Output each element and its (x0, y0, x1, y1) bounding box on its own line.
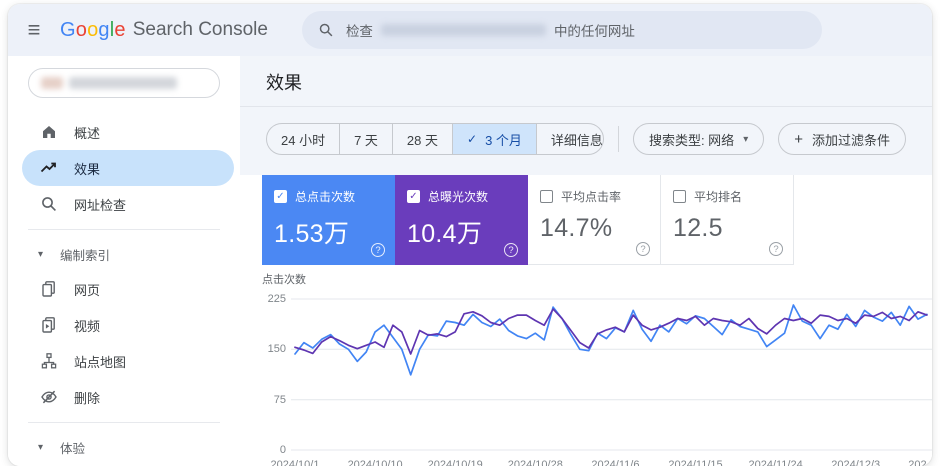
sidebar-item-label: 视频 (74, 318, 101, 334)
checkbox[interactable]: ✓ (673, 190, 686, 203)
performance-chart-svg[interactable] (262, 291, 932, 456)
google-logo: Google (60, 18, 126, 41)
sidebar-item-removals[interactable]: 删除 (8, 379, 240, 415)
search-icon (40, 195, 58, 213)
checkbox[interactable]: ✓ (540, 190, 553, 203)
sidebar-item-label: 概述 (74, 125, 101, 141)
app-window: ≡ Google Search Console 检查 中的任何网址 概述 效果 … (8, 4, 932, 466)
sidebar-item-videos[interactable]: 视频 (8, 307, 240, 343)
sidebar-item-label: 效果 (74, 161, 101, 177)
x-tick-labels: 2024/10/1 2024/10/10 2024/10/19 2024/10/28 2… (270, 459, 932, 466)
url-inspect-search-input[interactable]: 检查 中的任何网址 (301, 11, 822, 49)
search-placeholder: 检查 中的任何网址 (345, 24, 635, 39)
trending-up-icon (40, 159, 58, 177)
hamburger-menu-button[interactable]: ≡ (8, 19, 60, 41)
help-icon[interactable]: ? (769, 242, 783, 256)
card-value: 1.53万 (274, 220, 350, 248)
video-icon (40, 316, 58, 334)
property-favicon-redacted (41, 77, 63, 89)
search-icon (319, 23, 333, 37)
sidebar-item-performance[interactable]: 效果 (22, 150, 234, 186)
property-selector[interactable] (28, 68, 220, 98)
eye-off-icon (40, 388, 58, 406)
checkbox[interactable]: ✓ (274, 190, 287, 203)
card-total-clicks[interactable]: ✓ 总点击次数 1.53万 ? (262, 175, 395, 265)
card-label: 总点击次数 (295, 190, 356, 204)
sidebar-divider (28, 229, 220, 230)
filter-separator (618, 126, 619, 152)
main-content: 效果 24 小时 7 天 28 天 ✓ 3 个月 详细信息 ▾ (240, 56, 932, 466)
caret-down-icon: ▾ (38, 248, 44, 260)
sidebar-item-label: 删除 (74, 390, 101, 406)
sidebar-item-label: 网址检查 (74, 197, 127, 213)
section-label: 编制索引 (60, 248, 111, 263)
card-value: 14.7% (540, 214, 613, 242)
product-name: Search Console (132, 19, 268, 40)
sidebar-section-indexing[interactable]: ▾ 编制索引 (8, 237, 240, 271)
sidebar: 概述 效果 网址检查 ▾ 编制索引 网页 视频 站点地图 删除 ▾ 体验 (8, 56, 240, 466)
help-icon[interactable]: ? (371, 243, 385, 257)
plus-icon: + (794, 130, 803, 148)
sidebar-item-label: 站点地图 (74, 354, 127, 370)
check-icon: ✓ (467, 132, 478, 146)
page-title: 效果 (266, 73, 302, 93)
date-range-details-dropdown[interactable]: 详细信息 ▾ (535, 124, 603, 154)
card-label: 平均点击率 (561, 190, 622, 204)
section-label: 体验 (60, 441, 86, 456)
card-total-impressions[interactable]: ✓ 总曝光次数 10.4万 ? (395, 175, 528, 265)
sidebar-item-label: 网页 (74, 282, 101, 298)
top-bar: ≡ Google Search Console 检查 中的任何网址 (8, 4, 932, 56)
date-range-3mo[interactable]: ✓ 3 个月 (452, 124, 536, 154)
app-logo: Google Search Console (60, 19, 268, 42)
performance-panel: ✓ 总点击次数 1.53万 ? ✓ 总曝光次数 10.4万 ? 平均点击率 14… (240, 175, 932, 466)
card-average-position[interactable]: ✓ 平均排名 12.5 ? (661, 175, 794, 265)
sidebar-item-pages[interactable]: 网页 (8, 271, 240, 307)
card-label: 总曝光次数 (428, 190, 489, 204)
dropdown-arrow-icon: ▾ (743, 133, 749, 145)
metric-cards: ✓ 总点击次数 1.53万 ? ✓ 总曝光次数 10.4万 ? 平均点击率 14… (262, 175, 932, 265)
main-header: 效果 24 小时 7 天 28 天 ✓ 3 个月 详细信息 ▾ (240, 56, 932, 175)
sidebar-item-overview[interactable]: 概述 (8, 114, 240, 150)
pages-icon (40, 280, 58, 298)
card-value: 10.4万 (407, 220, 483, 248)
help-icon[interactable]: ? (504, 243, 518, 257)
search-type-chip[interactable]: 搜索类型: 网络 ▾ (632, 123, 765, 155)
y-axis-label: 点击次数 (262, 274, 306, 286)
card-label: 平均排名 (694, 190, 743, 204)
checkbox[interactable]: ✓ (407, 190, 420, 203)
redacted-domain (380, 24, 546, 36)
card-value: 12.5 (673, 214, 723, 242)
date-range-28d[interactable]: 28 天 (391, 124, 452, 154)
home-icon (40, 123, 58, 141)
sidebar-item-url-inspection[interactable]: 网址检查 (8, 186, 240, 222)
hamburger-icon: ≡ (27, 17, 41, 42)
filter-bar: 24 小时 7 天 28 天 ✓ 3 个月 详细信息 ▾ (240, 107, 932, 175)
property-name-redacted (69, 77, 177, 89)
card-average-ctr[interactable]: ✓ 平均点击率 14.7% ? (528, 175, 661, 265)
sitemap-icon (40, 352, 58, 370)
performance-chart[interactable]: 点击次数 0 75 150 225 2024/10/1 2024/10/10 2024/1… (262, 271, 932, 466)
caret-down-icon: ▾ (38, 441, 44, 453)
date-range-segmented-control: 24 小时 7 天 28 天 ✓ 3 个月 详细信息 ▾ (266, 123, 605, 155)
sidebar-divider (28, 422, 220, 423)
date-range-7d[interactable]: 7 天 (339, 124, 392, 154)
add-filter-chip[interactable]: + 添加过滤条件 (778, 123, 906, 155)
sidebar-section-experience[interactable]: ▾ 体验 (8, 430, 240, 464)
help-icon[interactable]: ? (636, 242, 650, 256)
date-range-24h[interactable]: 24 小时 (267, 124, 339, 154)
sidebar-item-sitemaps[interactable]: 站点地图 (8, 343, 240, 379)
